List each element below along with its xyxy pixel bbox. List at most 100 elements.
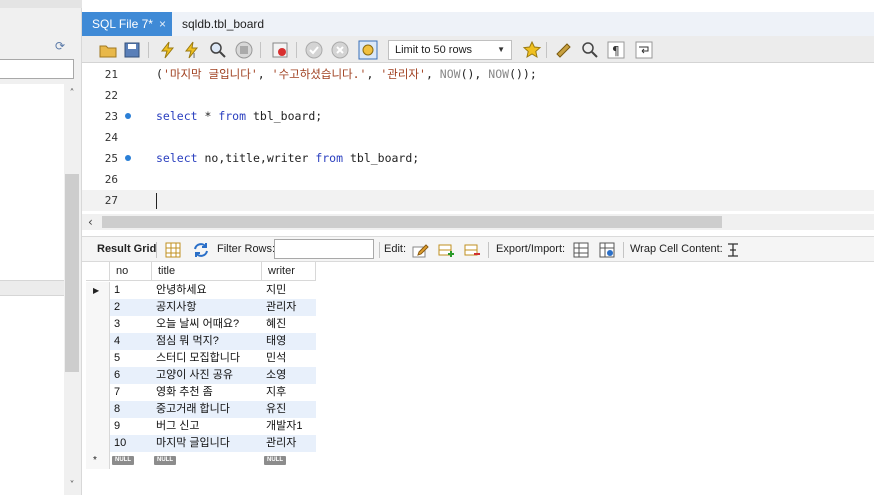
table-row[interactable]: 8 중고거래 합니다 유진 xyxy=(86,401,326,418)
row-selector[interactable] xyxy=(86,316,110,333)
scroll-left-icon[interactable]: ‹ xyxy=(88,215,93,229)
cell-title[interactable]: 영화 추천 좀 xyxy=(152,384,262,401)
row-selector[interactable] xyxy=(86,418,110,435)
wrap-cell-toggle-icon[interactable] xyxy=(724,241,742,259)
save-icon[interactable] xyxy=(122,40,142,60)
editor-line[interactable]: 25 select no,title,writer from tbl_board… xyxy=(82,148,874,169)
commit-icon[interactable] xyxy=(304,40,324,60)
result-grid[interactable]: no title writer ▶ 1 안녕하세요 지민 2 공지사항 관리자 3 오늘 날씨 … xyxy=(86,262,326,472)
execute-current-icon[interactable]: I xyxy=(182,40,202,60)
cell-title[interactable]: 고양이 사진 공유 xyxy=(152,367,262,384)
open-folder-icon[interactable] xyxy=(98,40,118,60)
cell-no[interactable]: 6 xyxy=(110,367,152,384)
word-wrap-icon[interactable] xyxy=(634,40,654,60)
tab-sqldb-tbl-board[interactable]: sqldb.tbl_board xyxy=(172,12,272,36)
table-row[interactable]: ▶ 1 안녕하세요 지민 xyxy=(86,282,326,299)
cell-writer[interactable]: 혜진 xyxy=(262,316,316,333)
cell-writer[interactable]: 지민 xyxy=(262,282,316,299)
row-selector[interactable]: ▶ xyxy=(86,282,110,299)
cell-no[interactable]: 10 xyxy=(110,435,152,452)
scroll-down-icon[interactable]: ˅ xyxy=(66,480,78,492)
navigator-vertical-scrollbar[interactable]: ˄ ˅ xyxy=(64,84,80,495)
table-row[interactable]: 10 마지막 글입니다 관리자 xyxy=(86,435,326,452)
editor-current-line[interactable]: 27 xyxy=(82,190,874,211)
editor-line[interactable]: 23 select * from tbl_board; xyxy=(82,106,874,127)
editor-line[interactable]: 22 xyxy=(82,85,874,106)
beautify-broom-icon[interactable] xyxy=(554,40,574,60)
cell-no[interactable]: 1 xyxy=(110,282,152,299)
cell-title[interactable]: 안녕하세요 xyxy=(152,282,262,299)
cell-no[interactable]: 9 xyxy=(110,418,152,435)
cell-title[interactable]: 공지사항 xyxy=(152,299,262,316)
explain-magnifier-icon[interactable] xyxy=(208,40,228,60)
row-selector[interactable] xyxy=(86,350,110,367)
cell-writer[interactable]: 민석 xyxy=(262,350,316,367)
row-selector[interactable] xyxy=(86,401,110,418)
cell-writer[interactable]: 관리자 xyxy=(262,299,316,316)
cell-title[interactable]: 점심 뭐 먹지? xyxy=(152,333,262,350)
schema-tree-selected-row[interactable] xyxy=(0,280,64,296)
cell-writer[interactable]: 개발자1 xyxy=(262,418,316,435)
column-header-writer[interactable]: writer xyxy=(262,262,316,281)
close-icon[interactable]: × xyxy=(159,12,166,36)
cell-title[interactable]: 버그 신고 xyxy=(152,418,262,435)
row-selector[interactable] xyxy=(86,333,110,350)
row-selector[interactable]: * xyxy=(86,452,110,469)
cell-title[interactable]: 오늘 날씨 어때요? xyxy=(152,316,262,333)
stop-hand-icon[interactable] xyxy=(234,40,254,60)
cell-writer[interactable]: 유진 xyxy=(262,401,316,418)
cell-no[interactable]: 4 xyxy=(110,333,152,350)
row-selector[interactable] xyxy=(86,384,110,401)
row-selector[interactable] xyxy=(86,299,110,316)
edit-row-icon[interactable] xyxy=(411,241,429,259)
cell-writer[interactable]: 관리자 xyxy=(262,435,316,452)
editor-scroll-thumb[interactable] xyxy=(102,216,722,228)
cell-writer[interactable]: 지후 xyxy=(262,384,316,401)
editor-line[interactable]: 24 xyxy=(82,127,874,148)
cell-title[interactable]: 중고거래 합니다 xyxy=(152,401,262,418)
cell-no[interactable]: 3 xyxy=(110,316,152,333)
cell-title[interactable]: 마지막 글입니다 xyxy=(152,435,262,452)
export-icon[interactable] xyxy=(572,241,590,259)
column-header-no[interactable]: no xyxy=(110,262,152,281)
schema-tree[interactable] xyxy=(0,84,64,495)
refresh-arrows-icon[interactable] xyxy=(192,241,210,259)
cell-no[interactable]: 5 xyxy=(110,350,152,367)
row-selector[interactable] xyxy=(86,435,110,452)
delete-row-icon[interactable] xyxy=(463,241,481,259)
navigator-scroll-thumb[interactable] xyxy=(65,174,79,372)
table-row[interactable]: 6 고양이 사진 공유 소영 xyxy=(86,367,326,384)
editor-line[interactable]: 26 xyxy=(82,169,874,190)
limit-rows-select[interactable]: Limit to 50 rows ▼ xyxy=(388,40,512,60)
schema-filter-input[interactable] xyxy=(0,59,74,79)
execute-lightning-icon[interactable] xyxy=(158,40,178,60)
refresh-icon[interactable]: ⟳ xyxy=(55,39,69,53)
add-snippet-star-icon[interactable] xyxy=(522,40,542,60)
import-icon[interactable] xyxy=(598,241,616,259)
table-row[interactable]: 9 버그 신고 개발자1 xyxy=(86,418,326,435)
invisible-chars-pilcrow-icon[interactable]: ¶ xyxy=(606,40,626,60)
row-selector[interactable] xyxy=(86,367,110,384)
autocommit-toggle-icon[interactable] xyxy=(358,40,378,60)
column-header-title[interactable]: title xyxy=(152,262,262,281)
new-row[interactable]: * NULL NULL NULL xyxy=(86,452,326,469)
table-row[interactable]: 2 공지사항 관리자 xyxy=(86,299,326,316)
table-row[interactable]: 7 영화 추천 좀 지후 xyxy=(86,384,326,401)
grid-view-icon[interactable] xyxy=(164,241,182,259)
cell-no[interactable]: 8 xyxy=(110,401,152,418)
cell-writer[interactable]: 소영 xyxy=(262,367,316,384)
result-grid-tab[interactable]: Result Grid xyxy=(97,237,156,261)
rollback-icon[interactable] xyxy=(330,40,350,60)
cell-no[interactable]: 7 xyxy=(110,384,152,401)
editor-line[interactable]: 21 ('마지막 글입니다', '수고하셨습니다.', '관리자', NOW()… xyxy=(82,64,874,85)
table-row[interactable]: 5 스터디 모집합니다 민석 xyxy=(86,350,326,367)
find-magnifier-icon[interactable] xyxy=(580,40,600,60)
editor-horizontal-scrollbar[interactable]: ‹ xyxy=(82,214,874,230)
tab-sql-file-7[interactable]: SQL File 7* × xyxy=(82,12,172,36)
table-row[interactable]: 4 점심 뭐 먹지? 태영 xyxy=(86,333,326,350)
table-row[interactable]: 3 오늘 날씨 어때요? 혜진 xyxy=(86,316,326,333)
toggle-error-icon[interactable] xyxy=(270,40,290,60)
cell-no[interactable]: 2 xyxy=(110,299,152,316)
filter-rows-input[interactable] xyxy=(274,239,374,259)
sql-editor[interactable]: 21 ('마지막 글입니다', '수고하셨습니다.', '관리자', NOW()… xyxy=(82,64,874,214)
